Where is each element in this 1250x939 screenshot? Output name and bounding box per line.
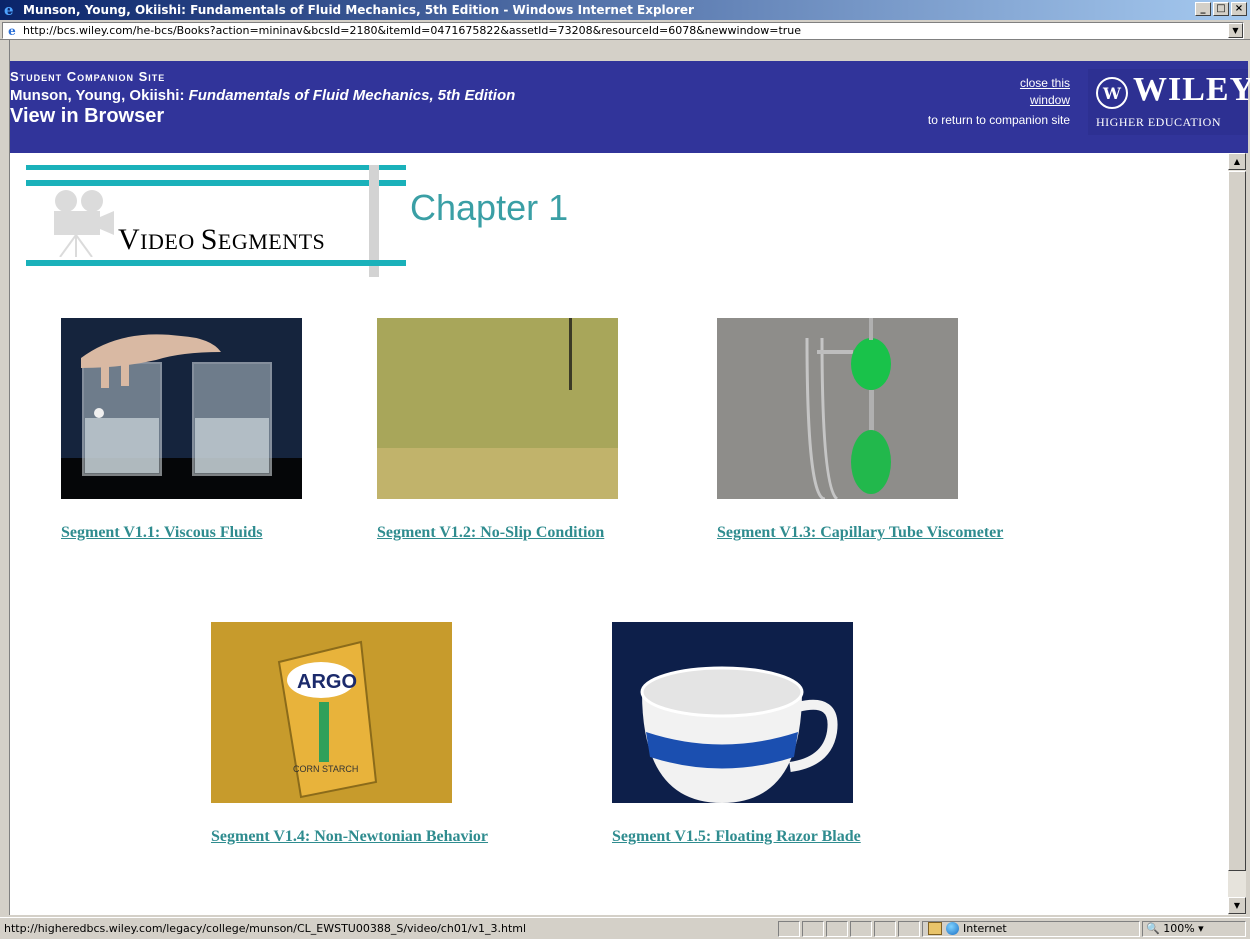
- thumbnail-no-slip-condition[interactable]: [377, 318, 618, 499]
- window-frame-left: [0, 40, 10, 915]
- header-rule-middle: [26, 180, 406, 186]
- section-title-rest-2: EGMENTS: [217, 229, 326, 254]
- scroll-up-icon[interactable]: ▲: [1228, 153, 1246, 170]
- ie-icon: e: [4, 1, 14, 19]
- window-title: Munson, Young, Okiishi: Fundamentals of …: [23, 3, 694, 17]
- zoom-icon: 🔍: [1146, 922, 1160, 935]
- return-text: to return to companion site: [927, 113, 1070, 127]
- zoom-value: 100%: [1163, 922, 1195, 935]
- book-title: Fundamentals of Fluid Mechanics, 5th Edi…: [188, 87, 516, 104]
- section-title-initial-1: V: [118, 223, 141, 256]
- status-zone: Internet: [928, 922, 1007, 935]
- argo-box-text: ARGO: [297, 671, 357, 693]
- status-cell: [898, 921, 920, 937]
- wiley-seal-icon: W: [1096, 77, 1128, 109]
- section-title: VIDEO SEGMENTS: [118, 223, 325, 257]
- site-label: Student Companion Site: [10, 69, 166, 84]
- thumbnail-non-newtonian-behavior[interactable]: ARGO CORN STARCH: [211, 622, 452, 803]
- companion-site-banner: Student Companion Site Munson, Young, Ok…: [10, 61, 1250, 153]
- minimize-button[interactable]: _: [1195, 2, 1211, 16]
- window-title-bar: e Munson, Young, Okiishi: Fundamentals o…: [0, 0, 1250, 20]
- view-label: View in Browser: [10, 105, 165, 127]
- status-cell: [778, 921, 800, 937]
- address-bar: e http://bcs.wiley.com/he-bcs/Books?acti…: [0, 20, 1250, 40]
- page-content: VIDEO SEGMENTS Chapter 1 Segment V1.1: V…: [10, 153, 1228, 915]
- book-authors: Munson, Young, Okiishi:: [10, 87, 189, 104]
- scroll-down-icon[interactable]: ▼: [1228, 897, 1246, 914]
- address-url: http://bcs.wiley.com/he-bcs/Books?action…: [23, 24, 802, 37]
- video-segments-header: VIDEO SEGMENTS: [26, 165, 406, 277]
- chapter-title: Chapter 1: [410, 187, 569, 228]
- wiley-subtitle: HIGHER EDUCATION: [1096, 115, 1221, 129]
- header-rule-top: [26, 165, 406, 170]
- zoom-level[interactable]: 🔍 100% ▾: [1146, 922, 1204, 935]
- thumbnail-viscous-fluids[interactable]: [61, 318, 302, 499]
- address-dropdown-icon[interactable]: ▼: [1228, 23, 1243, 38]
- segment-link-v1-5[interactable]: Segment V1.5: Floating Razor Blade: [612, 828, 861, 846]
- wiley-logo: W WILEY HIGHER EDUCATION: [1088, 69, 1250, 135]
- segment-link-v1-2[interactable]: Segment V1.2: No-Slip Condition: [377, 524, 604, 542]
- zone-label: Internet: [963, 922, 1007, 935]
- thumbnail-capillary-tube-viscometer[interactable]: [717, 318, 958, 499]
- segment-link-v1-3[interactable]: Segment V1.3: Capillary Tube Viscometer: [717, 524, 1003, 542]
- section-title-initial-2: S: [200, 223, 218, 256]
- window-controls: _ □ ×: [1195, 2, 1247, 16]
- segment-link-v1-4[interactable]: Segment V1.4: Non-Newtonian Behavior: [211, 828, 488, 846]
- maximize-button[interactable]: □: [1213, 2, 1229, 16]
- popup-blocker-icon[interactable]: [928, 922, 942, 935]
- corn-starch-box-text: CORN STARCH: [293, 764, 358, 774]
- book-line: Munson, Young, Okiishi: Fundamentals of …: [10, 87, 515, 104]
- header-rule-bottom: [26, 260, 406, 266]
- status-cell: [802, 921, 824, 937]
- segment-link-v1-1[interactable]: Segment V1.1: Viscous Fluids: [61, 524, 263, 542]
- section-title-rest-1: IDEO: [140, 229, 201, 254]
- close-this-window-link[interactable]: close this window: [990, 75, 1070, 109]
- status-cell: [826, 921, 848, 937]
- internet-zone-icon: [946, 922, 959, 935]
- status-cell: [850, 921, 872, 937]
- close-window-button[interactable]: ×: [1231, 2, 1247, 16]
- thumbnail-floating-razor-blade[interactable]: [612, 622, 853, 803]
- vertical-scrollbar[interactable]: ▲ ▼: [1228, 153, 1246, 915]
- wiley-wordmark: WILEY: [1133, 71, 1250, 108]
- page-icon: e: [8, 23, 16, 38]
- film-camera-icon: [54, 190, 114, 257]
- status-cell: [874, 921, 896, 937]
- status-url: http://higheredbcs.wiley.com/legacy/coll…: [4, 922, 527, 935]
- scrollbar-thumb[interactable]: [1228, 171, 1246, 871]
- address-field[interactable]: e http://bcs.wiley.com/he-bcs/Books?acti…: [2, 22, 1244, 39]
- status-bar: http://higheredbcs.wiley.com/legacy/coll…: [0, 917, 1250, 939]
